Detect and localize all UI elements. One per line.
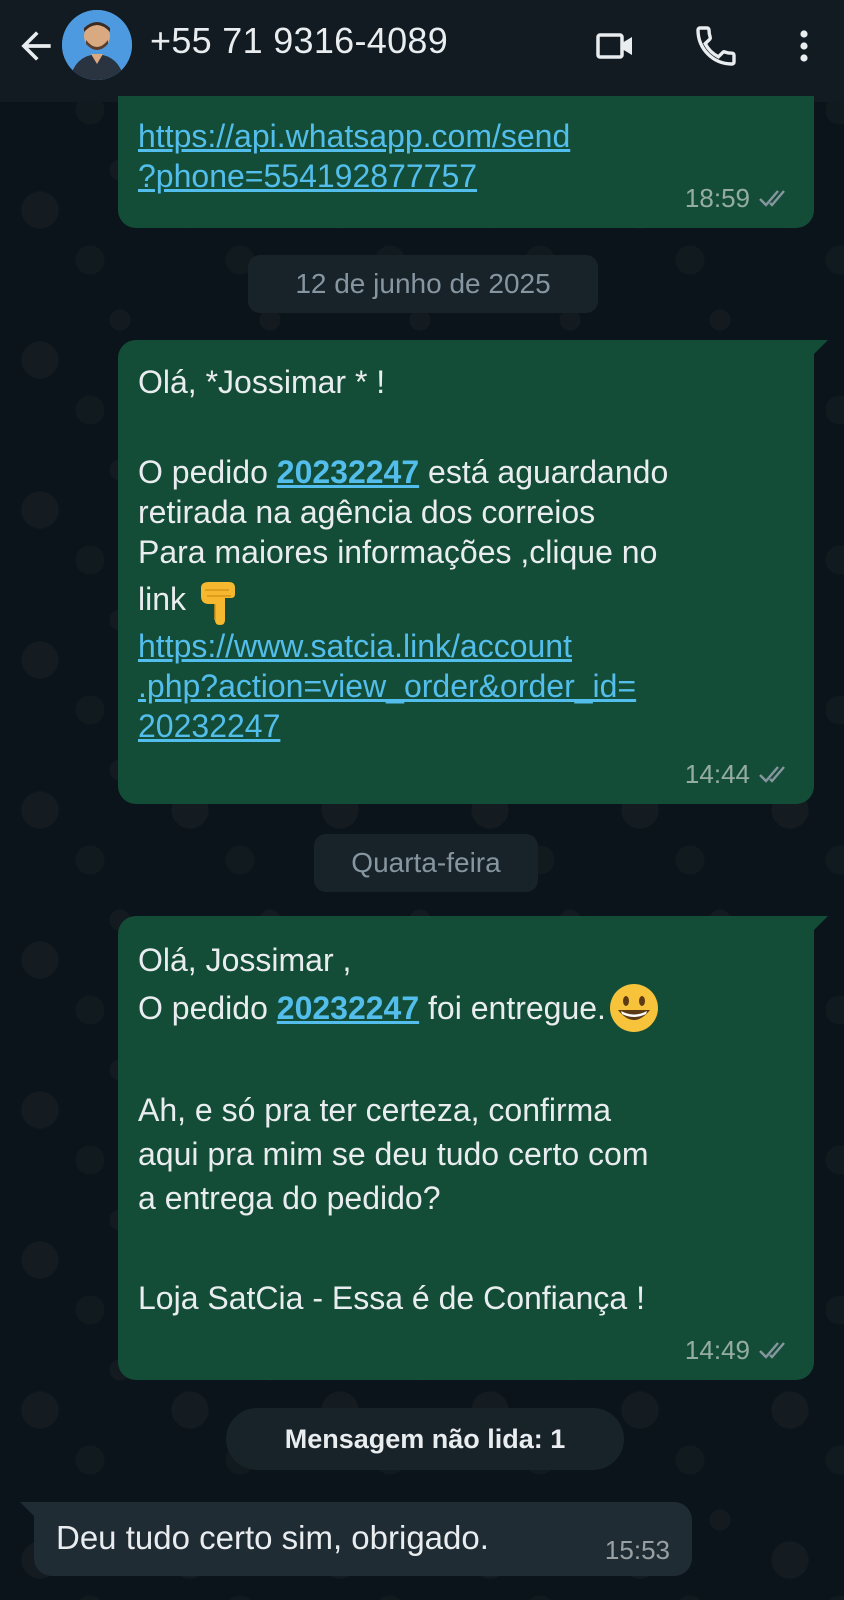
order-prefix: O pedido — [138, 454, 277, 490]
message-bubble-outgoing[interactable]: Olá, *Jossimar * ! O pedido 20232247 est… — [118, 340, 828, 804]
message-text-line: link — [138, 572, 794, 626]
message-meta: 14:44 — [685, 754, 792, 794]
back-arrow-icon[interactable] — [14, 24, 58, 68]
message-signature: Loja SatCia - Essa é de Confiança ! — [138, 1280, 645, 1316]
message-meta: 15:53 — [605, 1530, 670, 1570]
bubble-tail — [20, 1502, 38, 1520]
bubble-tail — [810, 340, 828, 358]
bubble-tail — [810, 916, 828, 934]
unread-messages-banner: Mensagem não lida: 1 — [226, 1408, 624, 1470]
order-link[interactable]: https://www.satcia.link/account — [138, 626, 794, 666]
message-bubble-outgoing[interactable]: Olá, Jossimar , O pedido 20232247 foi en… — [118, 916, 828, 1380]
link-word: link — [138, 581, 187, 617]
chat-screen: +55 71 9316-4089 https://api.whatsapp.co… — [0, 0, 844, 1600]
video-call-icon[interactable] — [592, 22, 640, 70]
avatar[interactable] — [62, 10, 132, 80]
message-text: a entrega do pedido? — [138, 1180, 441, 1216]
order-number-link[interactable]: 20232247 — [277, 990, 419, 1026]
pointing-down-hand-emoji-icon — [200, 581, 235, 625]
double-check-icon — [759, 766, 785, 783]
more-options-icon[interactable] — [780, 22, 828, 70]
order-prefix: O pedido — [138, 990, 277, 1026]
message-bubble-incoming[interactable]: Deu tudo certo sim, obrigado. 15:53 — [20, 1502, 692, 1576]
message-meta: 14:49 — [685, 1330, 792, 1370]
message-text: Olá, *Jossimar * ! — [138, 364, 386, 400]
date-divider: Quarta-feira — [314, 834, 538, 892]
message-time: 18:59 — [684, 183, 750, 213]
message-text: retirada na agência dos correios — [138, 494, 596, 530]
chat-header: +55 71 9316-4089 — [0, 0, 844, 102]
message-time: 15:53 — [604, 1535, 670, 1565]
message-meta: 18:59 — [685, 178, 792, 218]
message-bubble-outgoing[interactable]: https://api.whatsapp.com/send ?phone=554… — [118, 96, 814, 228]
order-link[interactable]: .php?action=view_order&order_id= — [138, 666, 794, 706]
message-text: aqui pra mim se deu tudo certo com — [138, 1136, 649, 1172]
message-time: 14:49 — [684, 1335, 750, 1365]
message-text: Ah, e só pra ter certeza, confirma — [138, 1092, 612, 1128]
message-text-line: O pedido 20232247 está aguardando — [138, 452, 794, 492]
order-suffix: foi entregue. — [419, 990, 606, 1026]
double-check-icon — [759, 1342, 785, 1359]
message-link[interactable]: https://api.whatsapp.com/send — [138, 116, 794, 156]
order-suffix: está aguardando — [419, 454, 669, 490]
message-time: 14:44 — [684, 759, 750, 789]
double-check-icon — [759, 190, 785, 207]
order-link[interactable]: 20232247 — [138, 706, 794, 746]
order-number-link[interactable]: 20232247 — [277, 454, 419, 490]
message-text: Olá, Jossimar , — [138, 942, 352, 978]
contact-name[interactable]: +55 71 9316-4089 — [150, 20, 448, 62]
message-text-line: O pedido 20232247 foi entregue. — [138, 980, 794, 1036]
date-divider: 12 de junho de 2025 — [248, 255, 598, 313]
grinning-face-emoji-icon — [609, 983, 658, 1032]
message-text: Para maiores informações ,clique no — [138, 534, 658, 570]
message-text: Deu tudo certo sim, obrigado. — [56, 1519, 489, 1556]
phone-icon[interactable] — [692, 22, 740, 70]
avatar-photo — [62, 10, 132, 80]
